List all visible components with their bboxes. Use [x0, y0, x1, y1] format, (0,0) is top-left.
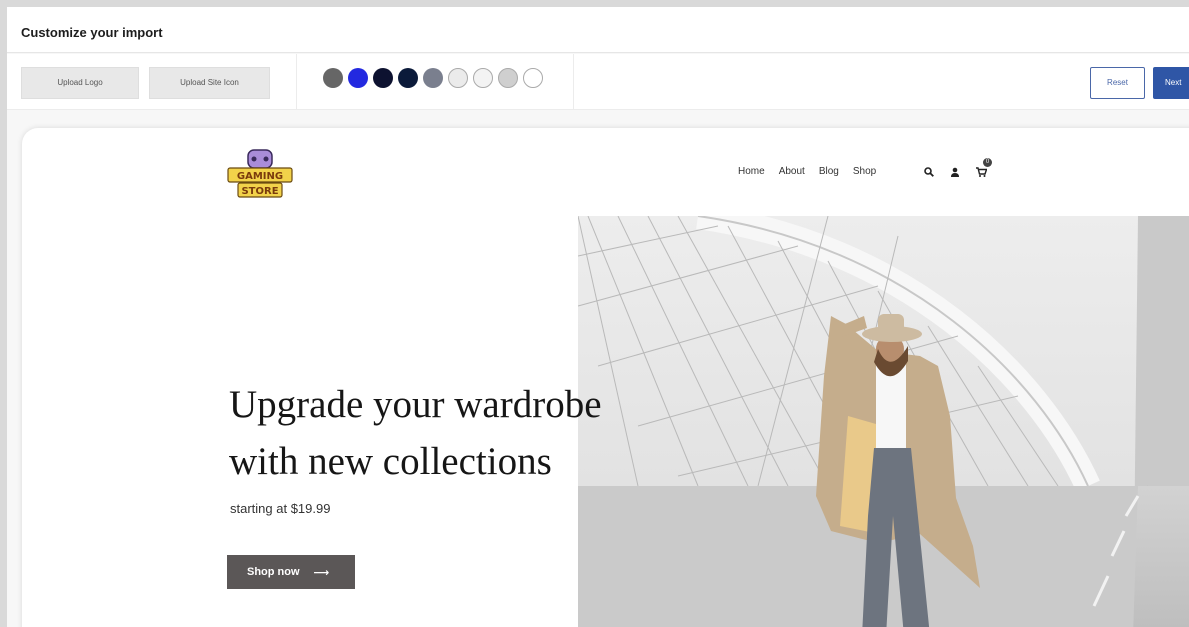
color-swatch[interactable]	[423, 68, 443, 88]
nav-shop[interactable]: Shop	[853, 166, 876, 177]
color-swatch[interactable]	[373, 68, 393, 88]
page-title: Customize your import	[21, 25, 163, 40]
svg-text:STORE: STORE	[241, 186, 278, 197]
color-swatch[interactable]	[323, 68, 343, 88]
nav-about[interactable]: About	[779, 166, 805, 177]
nav-home[interactable]: Home	[738, 166, 765, 177]
hero-headline-line-1: Upgrade your wardrobe	[229, 383, 602, 426]
header-icons: 0	[924, 158, 992, 182]
color-swatch[interactable]	[398, 68, 418, 88]
upload-section: Upload Logo Upload Site Icon	[7, 54, 297, 110]
main-nav: Home About Blog Shop	[738, 166, 876, 177]
arrow-right-icon: ⟶	[313, 566, 330, 579]
color-swatch[interactable]	[498, 68, 518, 88]
hero-subline: starting at $19.99	[230, 501, 331, 516]
user-icon[interactable]	[950, 164, 960, 182]
upload-site-icon-button[interactable]: Upload Site Icon	[149, 67, 270, 99]
hero-headline: Upgrade your wardrobe with new collectio…	[229, 376, 709, 490]
customize-toolbar: Upload Logo Upload Site Icon Reset Next	[7, 54, 1189, 110]
cart-icon[interactable]: 0	[976, 158, 992, 182]
shop-now-button[interactable]: Shop now ⟶	[227, 555, 355, 589]
nav-blog[interactable]: Blog	[819, 166, 839, 177]
color-palette	[323, 68, 543, 88]
gaming-store-logo: GAMING STORE	[227, 149, 293, 198]
color-swatch[interactable]	[348, 68, 368, 88]
color-swatch[interactable]	[473, 68, 493, 88]
svg-text:GAMING: GAMING	[237, 171, 283, 182]
title-bar: Customize your import	[7, 7, 1189, 53]
color-swatch[interactable]	[448, 68, 468, 88]
color-swatch[interactable]	[523, 68, 543, 88]
upload-logo-button[interactable]: Upload Logo	[21, 67, 139, 99]
shop-now-label: Shop now	[247, 566, 300, 578]
reset-button[interactable]: Reset	[1090, 67, 1145, 99]
next-button[interactable]: Next	[1153, 67, 1189, 99]
cart-count-badge: 0	[983, 158, 992, 167]
site-preview: GAMING STORE Home About Blog Shop 0 Upgr…	[22, 128, 1189, 627]
search-icon[interactable]	[924, 164, 934, 182]
import-wizard: Customize your import Upload Logo Upload…	[7, 7, 1189, 627]
hero-headline-line-2: with new collections	[229, 440, 552, 483]
